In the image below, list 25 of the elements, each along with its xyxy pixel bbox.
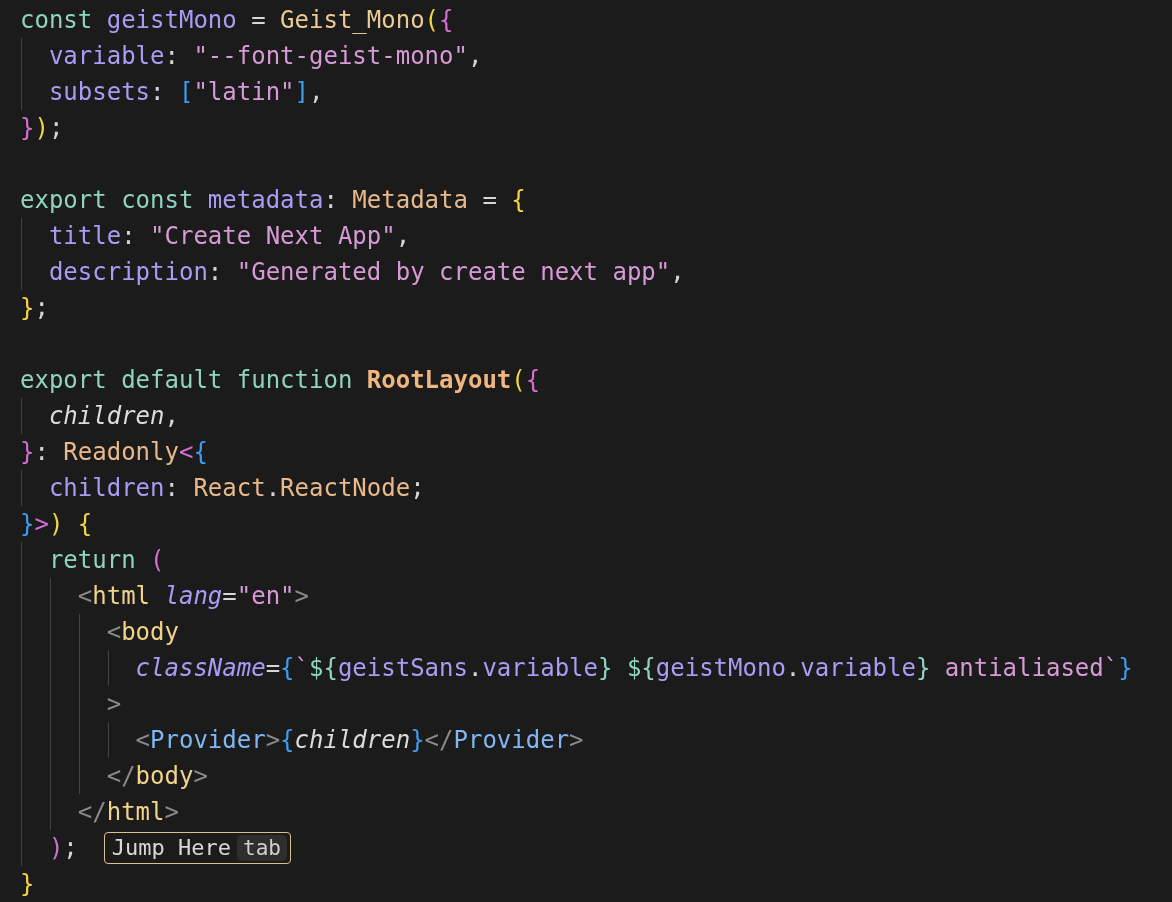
code-line: description: "Generated by create next app",	[48, 257, 685, 288]
code-line: title: "Create Next App",	[48, 221, 411, 252]
key-hint: tab	[237, 835, 287, 861]
code-line: subsets: ["latin"],	[48, 77, 324, 108]
code-line: };	[20, 293, 49, 324]
code-line: return (	[48, 545, 165, 576]
code-line: children: React.ReactNode;	[48, 473, 425, 504]
code-line: children,	[48, 401, 179, 432]
code-line: );	[48, 833, 78, 864]
code-line: }: Readonly<{	[20, 437, 208, 468]
code-line: }>) {	[20, 509, 93, 540]
code-line: const geistMono = Geist_Mono({	[20, 5, 454, 36]
code-line: </html>	[77, 797, 179, 828]
code-line: variable: "--font-geist-mono",	[48, 41, 483, 72]
code-line: </body>	[106, 761, 208, 792]
code-line: export default function RootLayout({	[20, 365, 541, 396]
code-line: export const metadata: Metadata = {	[20, 185, 526, 216]
code-line: >	[106, 689, 122, 720]
code-line: }	[20, 869, 35, 900]
code-line: <Provider>{children}</Provider>	[135, 725, 584, 756]
code-line: });	[20, 113, 64, 144]
code-line: <body	[106, 617, 179, 648]
jump-hint[interactable]: Jump Here tab	[103, 832, 291, 864]
code-line: <html lang="en">	[77, 581, 309, 612]
code-line: className={`${geistSans.variable} ${geistMono.variable} antialiased`}	[135, 653, 1133, 684]
